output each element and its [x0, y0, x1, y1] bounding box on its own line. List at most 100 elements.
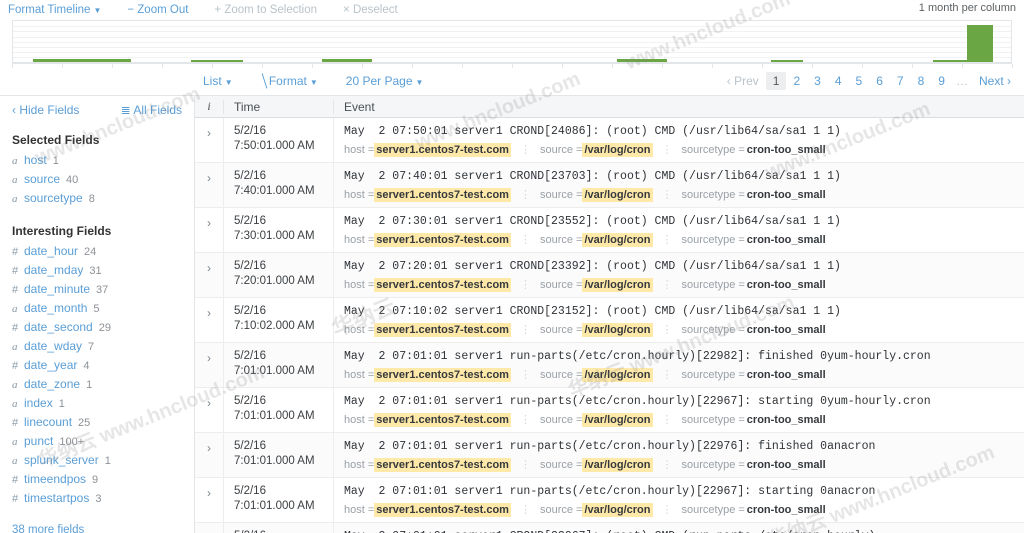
pagination-page-7[interactable]: 7: [890, 72, 911, 90]
event-time[interactable]: 5/2/167:01:01.000 AM: [223, 343, 333, 387]
column-header-time[interactable]: Time: [223, 99, 333, 114]
event-field-value-host[interactable]: server1.centos7-test.com: [374, 458, 511, 472]
interesting-field-date_wday[interactable]: a date_wday 7: [10, 337, 184, 356]
event-field-value-host[interactable]: server1.centos7-test.com: [374, 368, 511, 382]
expand-row-icon[interactable]: ›: [195, 208, 223, 252]
event-field-value-sourcetype[interactable]: cron-too_small: [745, 143, 828, 157]
expand-row-icon[interactable]: ›: [195, 163, 223, 207]
column-header-event[interactable]: Event: [333, 99, 1024, 114]
table-row[interactable]: ›5/2/167:01:01.000 AMMay 2 07:01:01 serv…: [195, 433, 1024, 478]
event-field-value-host[interactable]: server1.centos7-test.com: [374, 233, 511, 247]
event-time[interactable]: 5/2/167:01:01.000 AM: [223, 388, 333, 432]
event-field-value-source[interactable]: /var/log/cron: [582, 188, 653, 202]
interesting-field-date_hour[interactable]: # date_hour 24: [10, 242, 184, 261]
pagination-page-1[interactable]: 1: [765, 72, 787, 90]
event-field-value-host[interactable]: server1.centos7-test.com: [374, 323, 511, 337]
event-time[interactable]: 5/2/16 7:40:01.000 AM: [223, 163, 333, 207]
event-field-value-source[interactable]: /var/log/cron: [582, 503, 653, 517]
timeline-chart[interactable]: [12, 20, 1012, 64]
expand-row-icon[interactable]: ›: [195, 388, 223, 432]
pagination-prev-button[interactable]: ‹ Prev: [720, 72, 766, 90]
interesting-field-index[interactable]: a index 1: [10, 394, 184, 413]
format-button[interactable]: ╱Format ▼: [257, 73, 318, 88]
zoom-to-selection-button[interactable]: + Zoom to Selection: [214, 4, 317, 16]
expand-row-icon[interactable]: ›: [195, 343, 223, 387]
pagination-page-5[interactable]: 5: [849, 72, 870, 90]
event-field-value-sourcetype[interactable]: cron-too_small: [745, 278, 828, 292]
selected-field-source[interactable]: a source 40: [10, 170, 184, 189]
event-field-value-host[interactable]: server1.centos7-test.com: [374, 143, 511, 157]
timeline-bar[interactable]: [771, 60, 804, 62]
interesting-field-linecount[interactable]: # linecount 25: [10, 413, 184, 432]
pagination-page-9[interactable]: 9: [931, 72, 952, 90]
event-field-value-source[interactable]: /var/log/cron: [582, 233, 653, 247]
timeline-bar[interactable]: [616, 59, 667, 62]
event-time[interactable]: 5/2/16 7:10:02.000 AM: [223, 298, 333, 342]
timeline-bar[interactable]: [190, 60, 243, 62]
selected-field-sourcetype[interactable]: a sourcetype 8: [10, 189, 184, 208]
deselect-button[interactable]: × Deselect: [343, 4, 398, 16]
pagination-page-2[interactable]: 2: [786, 72, 807, 90]
expand-row-icon[interactable]: ›: [195, 433, 223, 477]
event-field-value-source[interactable]: /var/log/cron: [582, 458, 653, 472]
interesting-field-date_month[interactable]: a date_month 5: [10, 299, 184, 318]
event-field-value-source[interactable]: /var/log/cron: [582, 323, 653, 337]
all-fields-button[interactable]: ≣ All Fields: [121, 103, 182, 117]
event-field-value-sourcetype[interactable]: cron-too_small: [745, 233, 828, 247]
hide-fields-button[interactable]: ‹ Hide Fields: [12, 103, 79, 117]
event-field-value-source[interactable]: /var/log/cron: [582, 413, 653, 427]
table-row[interactable]: › 5/2/16 7:10:02.000 AM May 2 07:10:02 serv…: [195, 298, 1024, 343]
list-view-button[interactable]: List ▼: [203, 74, 233, 88]
format-timeline-button[interactable]: Format Timeline ▼: [8, 4, 101, 16]
event-field-value-host[interactable]: server1.centos7-test.com: [374, 188, 511, 202]
event-field-value-sourcetype[interactable]: cron-too_small: [745, 323, 828, 337]
interesting-field-timeendpos[interactable]: # timeendpos 9: [10, 470, 184, 489]
expand-row-icon[interactable]: ›: [195, 523, 223, 533]
pagination-page-4[interactable]: 4: [828, 72, 849, 90]
event-field-value-source[interactable]: /var/log/cron: [582, 368, 653, 382]
event-field-value-host[interactable]: server1.centos7-test.com: [374, 413, 511, 427]
pagination-page-8[interactable]: 8: [911, 72, 932, 90]
table-row[interactable]: › 5/2/16 7:20:01.000 AM May 2 07:20:01 serv…: [195, 253, 1024, 298]
expand-row-icon[interactable]: ›: [195, 253, 223, 297]
event-field-value-host[interactable]: server1.centos7-test.com: [374, 503, 511, 517]
interesting-field-date_minute[interactable]: # date_minute 37: [10, 280, 184, 299]
table-row[interactable]: ›5/2/167:01:01.000 AMMay 2 07:01:01 serv…: [195, 478, 1024, 523]
event-field-value-source[interactable]: /var/log/cron: [582, 143, 653, 157]
event-field-value-source[interactable]: /var/log/cron: [582, 278, 653, 292]
zoom-out-button[interactable]: − Zoom Out: [127, 4, 188, 16]
interesting-field-date_year[interactable]: # date_year 4: [10, 356, 184, 375]
event-field-value-host[interactable]: server1.centos7-test.com: [374, 278, 511, 292]
event-time[interactable]: 5/2/16 7:20:01.000 AM: [223, 253, 333, 297]
table-row[interactable]: ›5/2/167:01:01.000 AMMay 2 07:01:01 serv…: [195, 343, 1024, 388]
expand-row-icon[interactable]: ›: [195, 478, 223, 522]
event-time[interactable]: 5/2/167:01:01.000 AM: [223, 433, 333, 477]
event-time[interactable]: 5/2/16 7:50:01.000 AM: [223, 118, 333, 162]
event-field-value-sourcetype[interactable]: cron-too_small: [745, 188, 828, 202]
interesting-field-punct[interactable]: a punct 100+: [10, 432, 184, 451]
table-row[interactable]: › 5/2/16 7:50:01.000 AM May 2 07:50:01 serv…: [195, 118, 1024, 163]
event-time[interactable]: 5/2/167:01:01.000 AM: [223, 523, 333, 533]
timeline-bar[interactable]: [322, 59, 373, 62]
interesting-field-splunk_server[interactable]: a splunk_server 1: [10, 451, 184, 470]
timeline-bar[interactable]: [32, 59, 131, 62]
table-row[interactable]: › 5/2/16 7:30:01.000 AM May 2 07:30:01 serv…: [195, 208, 1024, 253]
selected-field-host[interactable]: a host 1: [10, 151, 184, 170]
event-field-value-sourcetype[interactable]: cron-too_small: [745, 503, 828, 517]
interesting-field-timestartpos[interactable]: # timestartpos 3: [10, 489, 184, 508]
pagination-next-button[interactable]: Next ›: [972, 72, 1018, 90]
pagination-page-6[interactable]: 6: [869, 72, 890, 90]
pagination-page-3[interactable]: 3: [807, 72, 828, 90]
event-field-value-sourcetype[interactable]: cron-too_small: [745, 458, 828, 472]
more-fields-button[interactable]: 38 more fields: [12, 524, 184, 533]
event-field-value-sourcetype[interactable]: cron-too_small: [745, 413, 828, 427]
expand-row-icon[interactable]: ›: [195, 118, 223, 162]
table-row[interactable]: › 5/2/16 7:40:01.000 AM May 2 07:40:01 serv…: [195, 163, 1024, 208]
table-row[interactable]: ›5/2/167:01:01.000 AMMay 2 07:01:01 serv…: [195, 523, 1024, 533]
interesting-field-date_mday[interactable]: # date_mday 31: [10, 261, 184, 280]
per-page-button[interactable]: 20 Per Page ▼: [346, 74, 424, 88]
expand-row-icon[interactable]: ›: [195, 298, 223, 342]
event-field-value-sourcetype[interactable]: cron-too_small: [745, 368, 828, 382]
interesting-field-date_second[interactable]: # date_second 29: [10, 318, 184, 337]
interesting-field-date_zone[interactable]: a date_zone 1: [10, 375, 184, 394]
